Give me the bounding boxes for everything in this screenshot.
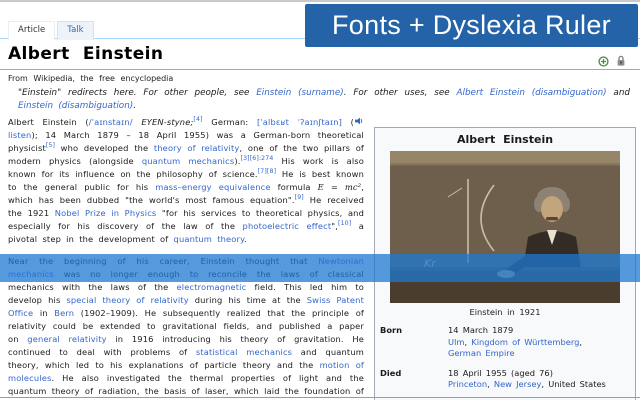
wiki-link[interactable]: Einstein (disambiguation) [18, 101, 133, 111]
dyslexia-ruler[interactable] [0, 254, 640, 282]
text-span: , [487, 379, 494, 389]
text-span: ", [331, 221, 338, 231]
wiki-link[interactable]: quantum theory [174, 234, 244, 244]
wiki-link[interactable]: Princeton [448, 379, 487, 389]
infobox-label: Died [379, 366, 446, 397]
bottom-edge [0, 397, 640, 398]
infobox-row: Born14 March 1879 Ulm, Kingdom of Württem… [379, 323, 631, 366]
wiki-link[interactable]: Albert Einstein (disambiguation) [457, 88, 607, 98]
wiki-link[interactable]: theory of relativity [154, 143, 240, 153]
wiki-link[interactable]: Einstein (surname) [256, 88, 343, 98]
title-icons [598, 55, 626, 67]
reference-link[interactable]: [10] [338, 220, 351, 227]
good-article-icon[interactable] [598, 56, 609, 67]
text-span: . [133, 101, 136, 111]
infobox-value-line: Princeton, New Jersey, United States [448, 379, 631, 391]
infobox-table: Born14 March 1879 Ulm, Kingdom of Württem… [379, 323, 631, 400]
infobox-label: Born [379, 323, 446, 366]
reference-marker: [9] [295, 194, 304, 201]
reference-marker: [7][8] [258, 168, 276, 175]
title-rule [0, 69, 640, 70]
infobox-value: 18 April 1955 (aged 76)Princeton, New Je… [446, 366, 631, 397]
wiki-link[interactable]: /ˈaɪnstaɪn/ [89, 117, 133, 127]
text-span: . For other uses, see [344, 88, 457, 98]
page-title: Albert Einstein [8, 44, 163, 64]
reference-marker: [4] [193, 116, 202, 123]
padlock-icon[interactable] [616, 55, 626, 67]
site-tagline: From Wikipedia, the free encyclopedia [8, 74, 173, 83]
wiki-link[interactable]: Kingdom of Württemberg [471, 337, 579, 347]
wiki-link[interactable]: Bern [54, 308, 74, 318]
infobox-row: Died18 April 1955 (aged 76)Princeton, Ne… [379, 366, 631, 397]
reference-link[interactable]: [5] [46, 142, 55, 149]
text-span: ( [342, 117, 354, 127]
reference-link[interactable]: [4] [193, 116, 202, 123]
tab-talk[interactable]: Talk [57, 21, 93, 40]
text-span: formula [271, 182, 318, 192]
page-tabs: Article Talk [8, 21, 94, 40]
wiki-link[interactable]: general relativity [27, 334, 106, 344]
wikipedia-page: Article Talk Fonts + Dyslexia Ruler Albe… [0, 0, 640, 400]
reference-marker: [5] [46, 142, 55, 149]
wiki-link[interactable]: statistical mechanics [196, 347, 292, 357]
reference-marker: [10] [338, 220, 351, 227]
text-span: . He also investigated the thermal prope… [8, 373, 364, 400]
infobox-title: Albert Einstein [379, 133, 631, 146]
text-span: 18 April 1955 (aged 76) [448, 368, 553, 378]
wiki-link[interactable]: electromagnetic [177, 282, 247, 292]
hatnote: "Einstein" redirects here. For other peo… [18, 87, 630, 113]
wiki-link[interactable]: quantum mechanics [142, 156, 234, 166]
infobox-value-line: German Empire [448, 348, 631, 360]
wiki-link[interactable]: [ˈalbɛʁt ˈʔaɪnʃtaɪn] [257, 117, 342, 127]
reference-link[interactable]: [7][8] [258, 168, 276, 175]
wiki-link[interactable]: special theory of relativity [66, 295, 188, 305]
infobox-value-line: 18 April 1955 (aged 76) [448, 368, 631, 380]
text-span: , United States [541, 379, 605, 389]
text-span: 14 March 1879 [448, 325, 513, 335]
extension-banner: Fonts + Dyslexia Ruler [305, 4, 638, 47]
wiki-link[interactable]: Ulm [448, 337, 464, 347]
reference-link[interactable]: [9] [295, 194, 304, 201]
infobox-value: 14 March 1879 Ulm, Kingdom of Württemberg… [446, 323, 631, 366]
wiki-link[interactable]: German Empire [448, 348, 515, 358]
text-span: "Einstein" redirects here. For other peo… [18, 88, 256, 98]
wiki-link[interactable]: listen [8, 130, 31, 140]
text-span: who developed the [55, 143, 154, 153]
infobox-value-line: 14 March 1879 [448, 325, 631, 337]
text-span: , [579, 337, 582, 347]
text-span: Albert Einstein ( [8, 117, 89, 127]
text-span: and [607, 88, 630, 98]
speaker-icon[interactable] [355, 116, 363, 129]
wiki-link[interactable]: New Jersey [494, 379, 542, 389]
photo-caption: Einstein in 1921 [379, 307, 631, 317]
reference-marker: [3][6]:274 [241, 155, 274, 162]
top-strip [0, 0, 640, 2]
infobox-value-line: Ulm, Kingdom of Württemberg, [448, 337, 631, 349]
tab-article[interactable]: Article [8, 21, 55, 40]
wiki-link[interactable]: Nobel Prize in Physics [55, 208, 157, 218]
math-formula: E = mc² [318, 182, 362, 192]
wiki-link[interactable]: photoelectric effect [243, 221, 332, 231]
text-span: in [33, 308, 54, 318]
reference-link[interactable]: [3][6]:274 [241, 155, 274, 162]
wiki-link[interactable]: mass–energy equivalence [155, 182, 270, 192]
text-span: during his time at the [189, 295, 307, 305]
text-span: German: [203, 117, 257, 127]
respelling-text: EYEN-styne; [133, 117, 194, 127]
text-span: . [244, 234, 247, 244]
